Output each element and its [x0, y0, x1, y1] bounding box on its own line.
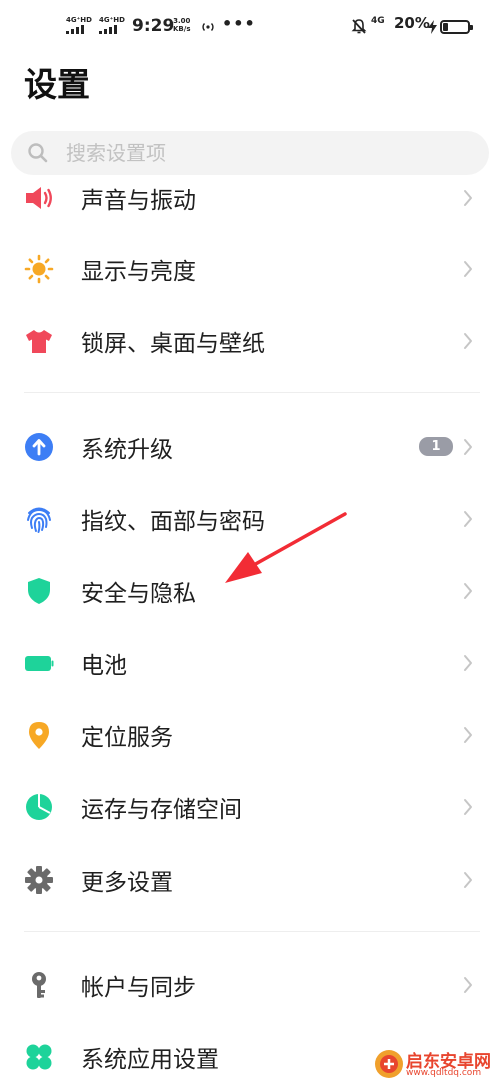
settings-item-account-sync[interactable]: 帐户与同步 [0, 953, 500, 1017]
speed-unit: KB/s [173, 25, 191, 33]
status-bar: 4G⁺HD 4G⁺HD 9:29 3.00 KB/s ••• 4G 20% [0, 0, 500, 56]
signal-label-1: 4G⁺HD [66, 16, 92, 24]
hotspot-icon [202, 23, 214, 31]
page-title: 设置 [24, 65, 90, 104]
chevron-right-icon [464, 511, 472, 527]
battery-percent: 20% [394, 14, 430, 32]
fingerprint-icon [27, 507, 51, 533]
update-count-badge: 1 [419, 437, 453, 456]
speaker-icon [26, 187, 52, 209]
chevron-right-icon [464, 655, 472, 671]
chevron-right-icon [464, 333, 472, 349]
settings-item-battery[interactable]: 电池 [0, 631, 500, 695]
mute-bell-icon [351, 19, 367, 34]
key-icon [32, 972, 46, 998]
network-speed: 3.00 KB/s [173, 17, 190, 33]
settings-item-label: 锁屏、桌面与壁纸 [81, 331, 265, 357]
signal-label-2: 4G⁺HD [99, 16, 125, 24]
chevron-right-icon [464, 872, 472, 888]
more-notifications-icon: ••• [222, 14, 256, 33]
section-divider [24, 931, 480, 932]
gear-icon [25, 866, 53, 894]
chevron-right-icon [464, 727, 472, 743]
tshirt-icon [26, 330, 52, 353]
battery-level [443, 23, 448, 31]
settings-item-label: 声音与振动 [81, 188, 196, 214]
settings-item-display[interactable]: 显示与亮度 [0, 237, 500, 301]
chevron-right-icon [464, 977, 472, 993]
settings-item-wallpaper[interactable]: 锁屏、桌面与壁纸 [0, 309, 500, 373]
settings-item-label: 电池 [81, 653, 127, 679]
charging-bolt-icon [428, 20, 437, 34]
chevron-right-icon [464, 190, 472, 206]
speed-value: 3.00 [173, 17, 191, 25]
signal-bars-icon [66, 25, 88, 34]
settings-item-label: 系统升级 [81, 437, 173, 463]
chevron-right-icon [464, 439, 472, 455]
settings-item-fingerprint[interactable]: 指纹、面部与密码 [0, 487, 500, 551]
settings-item-label: 定位服务 [81, 725, 173, 751]
settings-item-system-upgrade[interactable]: 系统升级 1 [0, 415, 500, 479]
location-pin-icon [29, 722, 49, 749]
settings-item-label: 安全与隐私 [81, 581, 196, 607]
network-type: 4G [371, 16, 385, 26]
settings-item-label: 显示与亮度 [81, 259, 196, 285]
settings-item-label: 帐户与同步 [81, 975, 196, 1001]
pie-chart-icon [26, 794, 52, 820]
settings-item-label: 指纹、面部与密码 [81, 509, 265, 535]
chevron-right-icon [464, 261, 472, 277]
search-icon [28, 143, 48, 163]
settings-item-label: 更多设置 [81, 870, 173, 896]
clock: 9:29 [132, 16, 175, 36]
watermark-url: www.qdltdq.com [406, 1068, 482, 1078]
upgrade-arrow-icon [25, 433, 53, 461]
signal-bars-icon [99, 25, 121, 34]
clover-icon [26, 1044, 52, 1070]
shield-icon [28, 578, 50, 604]
sun-icon [24, 254, 54, 284]
settings-item-storage[interactable]: 运存与存储空间 [0, 775, 500, 839]
settings-item-more[interactable]: 更多设置 [0, 848, 500, 912]
chevron-right-icon [464, 799, 472, 815]
settings-item-label: 系统应用设置 [81, 1047, 219, 1073]
chevron-right-icon [464, 583, 472, 599]
section-divider [24, 392, 480, 393]
settings-item-sound[interactable]: 声音与振动 [0, 166, 500, 230]
watermark-logo-icon [375, 1050, 403, 1078]
settings-item-label: 运存与存储空间 [81, 797, 242, 823]
battery-icon [440, 20, 473, 34]
settings-item-security-privacy[interactable]: 安全与隐私 [0, 559, 500, 623]
battery-icon [25, 656, 54, 671]
settings-item-location[interactable]: 定位服务 [0, 703, 500, 767]
